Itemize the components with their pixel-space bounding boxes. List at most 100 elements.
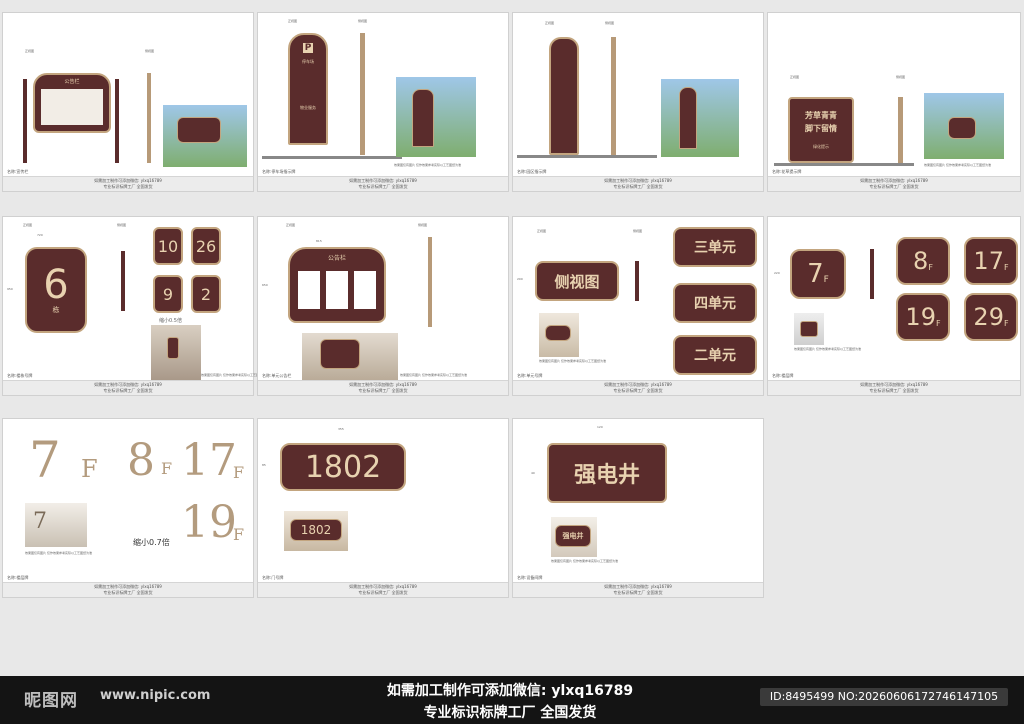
footer-line-2: 专业标识标牌工厂 全国发货 [358, 184, 408, 189]
effect-door-number: 1802 [290, 519, 342, 541]
footer-line-1: 如需加工制作可添加微信: ylxq16789 [604, 584, 672, 589]
side-profile [635, 261, 639, 301]
image-id-badge: ID:8495499 NO:20260606172746147105 [760, 688, 1008, 706]
effect-note: 效果图仅有图片 仅作效果参考实际以工艺图纸为准 [924, 163, 991, 167]
front-view-label: 正视图 [25, 49, 35, 53]
panel-name: 名称:单元号牌 [517, 373, 543, 378]
panel-footer: 如需加工制作可添加微信: ylxq16789 专业标识标牌工厂 全国发货 [3, 176, 253, 191]
side-view-label: 侧视图 [605, 21, 615, 25]
side-view-label: 侧视图 [358, 19, 368, 23]
building-sign: 6 栋 [25, 247, 87, 333]
floor-19-number: 19 [181, 497, 237, 548]
footer-line-2: 专业标识标牌工厂 全国发货 [358, 388, 408, 393]
panel-bulletin-board: 正视图 侧视图 公告栏 名称:宣传栏 如需加工制作可添加微信: ylxq1678… [2, 12, 254, 192]
panel-name: 名称:园区指示牌 [517, 169, 547, 174]
floor-number: 7 [807, 259, 824, 289]
footer-line-2: 专业标识标牌工厂 全国发货 [613, 184, 663, 189]
footer-line-2: 专业标识标牌工厂 全国发货 [613, 590, 663, 595]
footer-line-2: 专业标识标牌工厂 全国发货 [358, 590, 408, 595]
contact-line-1: 如需加工制作可添加微信: ylxq16789 [386, 683, 634, 699]
effect-photo: 7 [25, 503, 87, 547]
effect-photo [302, 333, 398, 383]
side-view-label: 侧视图 [896, 75, 906, 79]
height-dimension: 85 [262, 463, 266, 467]
side-post [360, 33, 365, 155]
panel-footer: 如需加工制作可添加微信: ylxq16789 专业标识标牌工厂 全国发货 [258, 380, 508, 395]
effect-note: 效果图仅有图片 仅作效果参考实际以工艺图纸为准 [794, 347, 861, 351]
small-sign-3: 9 [153, 275, 183, 313]
panel-door-number: 355 85 1802 1802 名称:门号牌 如需加工制作可添加微信: ylx… [257, 418, 509, 598]
effect-photo [794, 313, 824, 345]
panel-unit-number: 正视图 侧视图 200 侧视图 三单元 四单元 二单元 效果图仅有图片 仅作效果… [512, 216, 764, 396]
width-dimension: 120 [597, 425, 603, 429]
footer-line-1: 如需加工制作可添加微信: ylxq16789 [94, 584, 162, 589]
panel-name: 名称:宣传栏 [7, 169, 29, 174]
side-view-label: 侧视图 [633, 229, 643, 233]
service-label: 物业服务 [300, 105, 316, 110]
building-number: 6 [43, 262, 69, 308]
building-unit: 栋 [52, 306, 60, 314]
effect-photo [163, 105, 247, 167]
panel-footer: 如需加工制作可添加微信: ylxq16789 专业标识标牌工厂 全国发货 [3, 582, 253, 597]
bulletin-title: 公告栏 [327, 255, 346, 262]
side-profile [121, 251, 125, 311]
floor-8-letter: F [161, 459, 173, 478]
front-view-label: 正视图 [790, 75, 800, 79]
footer-line-2: 专业标识标牌工厂 全国发货 [103, 590, 153, 595]
footer-line-1: 如需加工制作可添加微信: ylxq16789 [349, 382, 417, 387]
unit-sign-2: 二单元 [673, 335, 757, 375]
panel-name: 名称:门号牌 [262, 575, 284, 580]
small-sign-4: 2 [191, 275, 221, 313]
footer-line-1: 如需加工制作可添加微信: ylxq16789 [860, 382, 928, 387]
effect-note: 效果图仅有图片 仅作效果参考实际以工艺图纸为准 [394, 163, 461, 167]
floor-17-letter: F [233, 463, 245, 482]
panel-name: 名称:设备间牌 [517, 575, 543, 580]
bulletin-sign: 公告栏 [33, 73, 111, 133]
small-sign-2: 26 [191, 227, 221, 265]
effect-photo: 1802 [284, 511, 348, 551]
effect-photo [396, 77, 476, 157]
site-logo: 昵图网 [24, 691, 78, 711]
panel-footer: 如需加工制作可添加微信: ylxq16789 专业标识标牌工厂 全国发货 [768, 380, 1020, 395]
height-dimension: 200 [517, 277, 523, 281]
footer-line-2: 专业标识标牌工厂 全国发货 [103, 388, 153, 393]
effect-note: 效果图仅有图片 仅作效果参考实际以工艺图纸为准 [25, 551, 92, 555]
floor-sign-29: 29 F [964, 293, 1018, 341]
grass-line-2: 脚下留情 [805, 124, 837, 133]
effect-note: 效果图仅有图片 仅作效果参考实际以工艺图纸为准 [539, 359, 606, 363]
grass-line-3: 绿化提示 [813, 144, 829, 149]
unit-sign-4: 四单元 [673, 283, 757, 323]
parking-p-icon: P [302, 43, 314, 53]
effect-photo [539, 313, 579, 357]
footer-line-1: 如需加工制作可添加微信: ylxq16789 [604, 178, 672, 183]
width-dimension: 720 [37, 233, 43, 237]
footer-line-1: 如需加工制作可添加微信: ylxq16789 [94, 382, 162, 387]
floor-8-number: 8 [127, 435, 155, 486]
guide-sign [549, 37, 579, 155]
side-post [898, 97, 903, 163]
ground-line [774, 163, 914, 166]
site-url: www.nipic.com [100, 688, 211, 703]
floor-19-letter: F [233, 525, 245, 544]
floor-17-number: 17 [181, 435, 237, 486]
panel-building-number: 正视图 侧视图 720 950 6 栋 10 26 9 2 缩小0.5倍 效果图… [2, 216, 268, 396]
floor-sign-17: 17 F [964, 237, 1018, 285]
height-dimension: 40 [531, 471, 535, 475]
panel-name: 名称:花草提示牌 [772, 169, 802, 174]
height-dimension: 220 [774, 271, 780, 275]
floor-sign-19: 19 F [896, 293, 950, 341]
effect-equipment-label: 强电井 [555, 525, 591, 547]
grass-sign: 芳草青青 脚下留情 绿化提示 [788, 97, 854, 163]
floor-7-letter: F [81, 455, 98, 483]
panel-park-guide: 正视图 侧视图 名称:园区指示牌 如需加工制作可添加微信: ylxq16789 … [512, 12, 764, 192]
panel-equipment-room: 120 40 强电井 强电井 效果图仅有图片 仅作效果参考实际以工艺图纸为准 名… [512, 418, 764, 598]
parking-sign: P 停车场 物业服务 [288, 33, 328, 145]
ground-line [517, 155, 657, 158]
footer-line-1: 如需加工制作可添加微信: ylxq16789 [349, 178, 417, 183]
contact-line-2: 专业标识标牌工厂 全国发货 [423, 705, 597, 721]
footer-line-1: 如需加工制作可添加微信: ylxq16789 [349, 584, 417, 589]
small-sign-1: 10 [153, 227, 183, 265]
left-post [23, 79, 27, 163]
width-dimension: 815 [316, 239, 322, 243]
side-post [147, 73, 151, 163]
